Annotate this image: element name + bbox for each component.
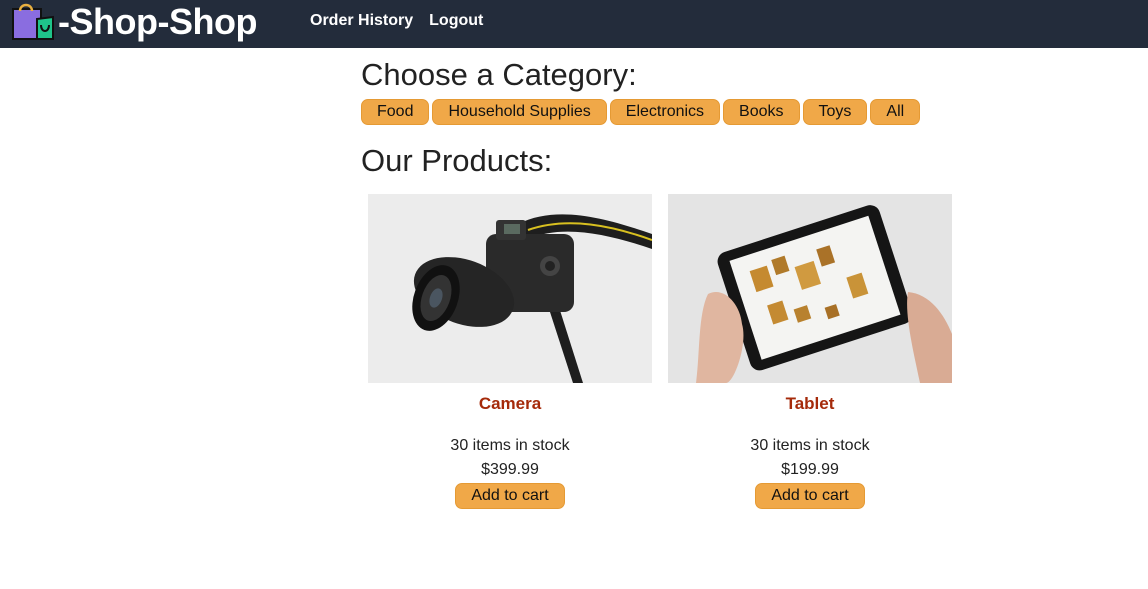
tablet-photo[interactable] bbox=[668, 194, 952, 383]
navbar: -Shop-Shop Order History Logout bbox=[0, 0, 1148, 48]
product-price: $399.99 bbox=[481, 461, 539, 478]
category-button-food[interactable]: Food bbox=[361, 99, 430, 125]
product-card-camera: Camera 30 items in stock $399.99 Add to … bbox=[368, 194, 652, 509]
category-button-electronics[interactable]: Electronics bbox=[609, 99, 721, 125]
logout-link[interactable]: Logout bbox=[429, 12, 483, 30]
category-button-books[interactable]: Books bbox=[723, 99, 800, 125]
add-to-cart-button[interactable]: Add to cart bbox=[455, 483, 565, 509]
category-button-all[interactable]: All bbox=[870, 99, 921, 125]
product-name-link[interactable]: Tablet bbox=[668, 394, 952, 414]
product-name-link[interactable]: Camera bbox=[368, 394, 652, 414]
camera-photo[interactable] bbox=[368, 194, 652, 383]
product-stock: 30 items in stock bbox=[450, 437, 570, 454]
category-list: Food Household Supplies Electronics Book… bbox=[361, 99, 921, 125]
product-price: $199.99 bbox=[781, 461, 839, 478]
add-to-cart-button[interactable]: Add to cart bbox=[755, 483, 865, 509]
product-card-tablet: Tablet 30 items in stock $199.99 Add to … bbox=[668, 194, 952, 509]
order-history-link[interactable]: Order History bbox=[310, 12, 413, 30]
category-heading: Choose a Category: bbox=[361, 57, 637, 92]
category-button-toys[interactable]: Toys bbox=[802, 99, 868, 125]
category-button-household-supplies[interactable]: Household Supplies bbox=[432, 99, 607, 125]
shopping-bag-icon bbox=[12, 3, 54, 40]
nav-links: Order History Logout bbox=[310, 12, 483, 30]
products-heading: Our Products: bbox=[361, 143, 553, 178]
brand-name: -Shop-Shop bbox=[58, 1, 257, 42]
product-stock: 30 items in stock bbox=[750, 437, 870, 454]
brand-logo[interactable]: -Shop-Shop bbox=[12, 3, 257, 41]
